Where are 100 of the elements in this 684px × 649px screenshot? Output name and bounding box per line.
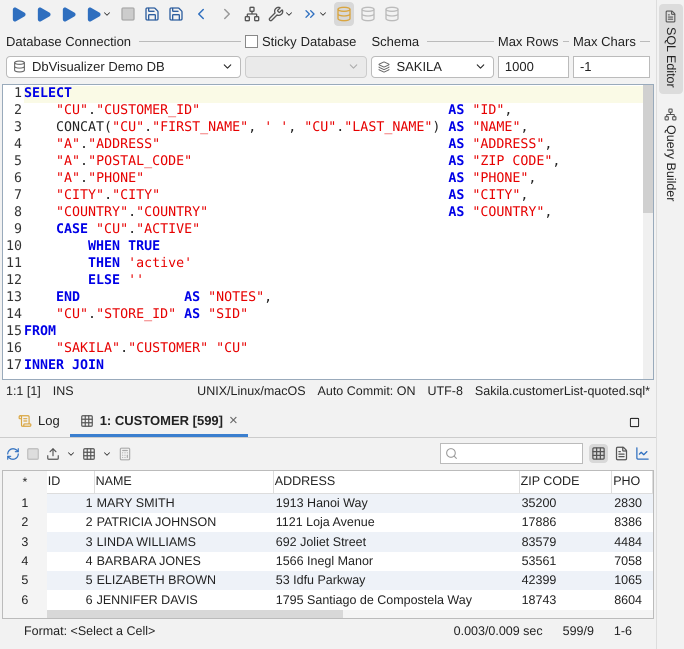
code-line: "SAKILA"."CUSTOMER" "CU" <box>55 340 248 358</box>
table-cell: MARY SMITH <box>94 494 274 514</box>
table-cell: 692 Joliet Street <box>274 532 520 552</box>
code-editor[interactable] <box>2 84 654 380</box>
export-icon[interactable] <box>46 446 60 460</box>
scrollbar[interactable] <box>643 84 653 378</box>
timing-text: 0.003/0.009 sec <box>454 623 543 640</box>
table-cell: JENNIFER DAVIS <box>94 590 274 610</box>
column-header[interactable]: PHO <box>612 470 653 494</box>
field-label: Database Connection <box>6 33 132 51</box>
code-line: SELECT <box>24 85 72 104</box>
table-cell: 4484 <box>612 532 653 552</box>
row-header: 3 <box>20 534 30 551</box>
text-view-icon[interactable] <box>614 446 629 461</box>
table-cell: 1 <box>46 494 95 514</box>
table-cell: BARBARA JONES <box>94 552 274 572</box>
table-cell: 1795 Santiago de Compostela Way <box>274 590 520 610</box>
table-cell: 1065 <box>612 571 653 590</box>
column-header[interactable]: ZIP CODE <box>520 470 612 494</box>
row-header: 5 <box>20 572 30 590</box>
code-line: THEN 'active' <box>87 255 192 274</box>
side-tab[interactable]: SQL Editor <box>658 4 682 94</box>
row-header: 1 <box>20 495 30 512</box>
table-cell: 42399 <box>520 571 612 590</box>
search-icon <box>445 447 458 460</box>
table-cell: 8604 <box>612 590 653 610</box>
code-line: "A"."PHONE" AS "PHONE", <box>55 170 536 188</box>
status-text: 1:1 [1] <box>6 383 41 400</box>
table-cell: 1566 Inegl Manor <box>274 552 520 572</box>
diagram-icon <box>664 108 677 121</box>
column-header[interactable]: ID <box>46 470 95 494</box>
table-cell: 5 <box>46 571 95 590</box>
close-tab-button[interactable]: × <box>229 410 238 432</box>
row-header: 6 <box>20 592 30 609</box>
refresh-icon[interactable] <box>6 446 20 460</box>
table-cell: 83579 <box>520 532 612 552</box>
connection-select[interactable]: DbVisualizer Demo DB <box>6 56 241 78</box>
code-line: ELSE '' <box>87 272 144 290</box>
code-line: FROM <box>24 323 56 342</box>
table-cell: 8386 <box>612 513 653 532</box>
table-cell: 1913 Hanoi Way <box>274 494 520 514</box>
table-cell: 1121 Loja Avenue <box>274 513 520 532</box>
range-text: 1-6 <box>614 623 632 640</box>
grid-icon <box>80 414 94 428</box>
table-cell: 18743 <box>520 590 612 610</box>
column-header[interactable]: NAME <box>94 470 274 494</box>
table-cell: 35200 <box>520 494 612 514</box>
code-line: INNER JOIN <box>24 357 104 376</box>
table-cell: 2830 <box>612 494 653 514</box>
line-number: 1 <box>3 84 24 104</box>
checkbox[interactable] <box>245 35 258 48</box>
code-line: "CU"."CUSTOMER_ID" AS "ID", <box>55 102 512 120</box>
column-header[interactable]: ADDRESS <box>274 470 520 494</box>
table-cell: 3 <box>46 532 95 552</box>
column-header: * <box>21 474 28 491</box>
search-field[interactable] <box>440 443 583 464</box>
table-cell: 17886 <box>520 513 612 532</box>
grid-view-icon[interactable] <box>589 444 608 463</box>
code-line: CONCAT("CU"."FIRST_NAME", ' ', "CU"."LAST_NAME") AS "NAME", <box>55 119 528 138</box>
code-line: END AS "NOTES", <box>55 289 272 308</box>
field-label: Database <box>300 33 356 51</box>
field-label: Schema <box>371 33 420 51</box>
status-text: Sakila.customerList-quoted.sql* <box>474 383 650 400</box>
status-text: INS <box>52 383 74 400</box>
table-cell: ELIZABETH BROWN <box>94 571 274 590</box>
status-text: Auto Commit: ON <box>318 383 416 400</box>
result-tab[interactable]: 1: CUSTOMER [599] × <box>70 408 248 436</box>
status-text: UNIX/Linux/macOS <box>197 383 306 400</box>
status-text: UTF-8 <box>427 383 463 400</box>
maximize-icon <box>629 416 640 428</box>
code-line: "CU"."STORE_ID" AS "SID" <box>55 306 248 324</box>
result-tab[interactable]: Log <box>8 408 70 436</box>
database-icon <box>13 60 26 73</box>
max-chars-field[interactable]: -1 <box>572 56 650 78</box>
code-line: "CITY"."CITY" AS "CITY", <box>55 187 528 206</box>
grid-icon[interactable] <box>82 446 96 460</box>
table-cell: 4 <box>46 552 95 572</box>
table-cell: PATRICIA JOHNSON <box>94 513 274 532</box>
row-header: 4 <box>20 553 30 570</box>
code-line: "A"."POSTAL_CODE" AS "ZIP CODE", <box>55 153 560 172</box>
log-icon <box>18 414 32 428</box>
table-cell: 53561 <box>520 552 612 572</box>
field-label: Max Chars <box>572 33 636 51</box>
schema-select[interactable]: SAKILA <box>371 56 494 78</box>
code-line: "A"."ADDRESS" AS "ADDRESS", <box>55 136 552 154</box>
code-line: WHEN TRUE <box>87 238 160 256</box>
code-line: CASE "CU"."ACTIVE" <box>55 221 200 240</box>
field-label: Max Rows <box>498 33 559 51</box>
table-cell: 7058 <box>612 552 653 572</box>
document-icon <box>664 10 677 23</box>
row-header: 2 <box>20 514 30 532</box>
code-line: "COUNTRY"."COUNTRY" AS "COUNTRY", <box>55 204 552 222</box>
max-rows-field[interactable]: 1000 <box>498 56 569 78</box>
format-text: Format: <Select a Cell> <box>24 623 156 640</box>
checkbox-label: Sticky <box>262 33 297 51</box>
chart-view-icon[interactable] <box>635 446 650 461</box>
table-cell: 53 Idfu Parkway <box>274 571 520 590</box>
schema-icon <box>378 60 390 72</box>
size-text: 599/9 <box>562 623 594 640</box>
side-tab[interactable]: Query Builder <box>658 102 682 208</box>
